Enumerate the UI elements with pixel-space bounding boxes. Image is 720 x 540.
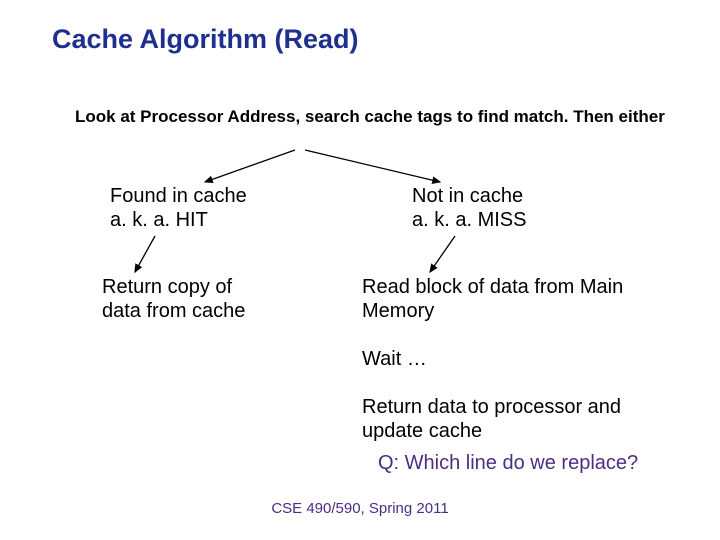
miss-line1: Not in cache: [412, 185, 523, 207]
miss-step-return: Return data to processor and update cach…: [362, 395, 672, 444]
miss-line2: a. k. a. MISS: [412, 209, 526, 231]
miss-step-wait: Wait …: [362, 348, 427, 371]
slide: Cache Algorithm (Read) Look at Processor…: [0, 0, 720, 540]
hit-line2: a. k. a. HIT: [110, 209, 208, 231]
hit-heading: Found in cache a. k. a. HIT: [110, 184, 247, 232]
replacement-question: Q: Which line do we replace?: [378, 452, 638, 475]
slide-title: Cache Algorithm (Read): [52, 24, 359, 55]
miss-heading: Not in cache a. k. a. MISS: [412, 184, 526, 232]
hit-line1: Found in cache: [110, 185, 247, 207]
miss-step-read: Read block of data from Main Memory: [362, 275, 662, 324]
intro-text: Look at Processor Address, search cache …: [75, 106, 671, 127]
hit-result: Return copy of data from cache: [102, 275, 262, 324]
footer-text: CSE 490/590, Spring 2011: [0, 500, 720, 517]
